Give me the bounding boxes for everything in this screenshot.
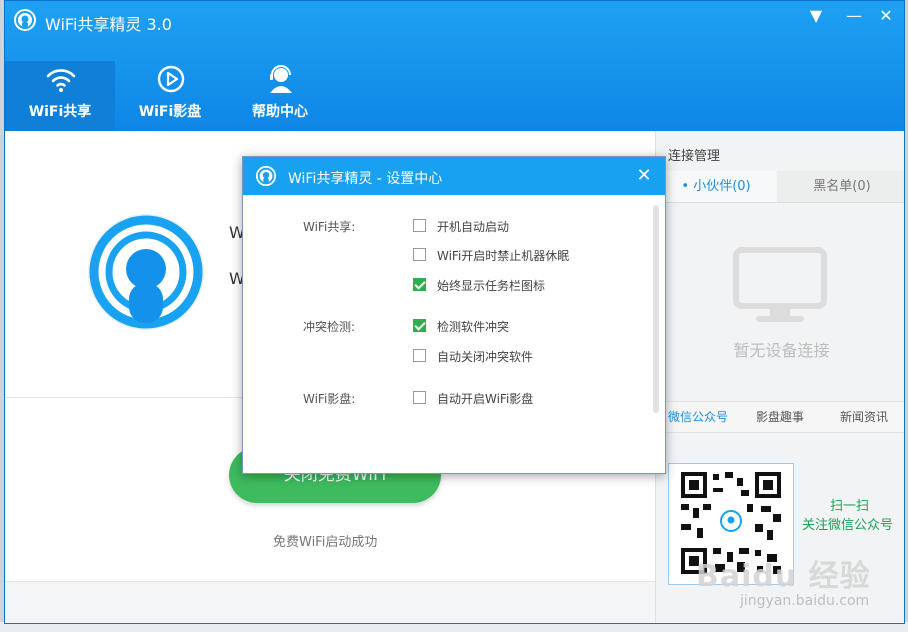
empty-state-text: 暂无设备连接: [733, 341, 830, 360]
follow-wechat-text: 关注微信公众号: [802, 518, 894, 533]
status-text: 免费WiFi启动成功: [273, 535, 378, 550]
dialog-scrollbar[interactable]: [653, 205, 659, 413]
main-tabs: WiFi共享 WiFi影盘 帮助中心: [5, 61, 335, 131]
dialog-header: WiFi共享精灵 - 设置中心 ✕: [243, 157, 665, 195]
wifi-icon: [46, 69, 76, 92]
tab-blacklist[interactable]: 黑名单(0): [777, 171, 904, 203]
option-label: WiFi开启时禁止机器休眠: [437, 249, 570, 263]
main-window: WiFi共享精灵 3.0 ▼ — ✕ WiFi共享 WiFi影盘 帮助中心 W …: [4, 0, 905, 624]
app-logo-icon: [14, 9, 36, 31]
info-tabs: 微信公众号 影盘趣事 新闻资讯: [656, 401, 904, 433]
section-label-wifi-share: WiFi共享:: [303, 220, 356, 234]
close-window-button[interactable]: ✕: [873, 5, 899, 27]
tab-friends[interactable]: • 小伙伴(0): [656, 171, 776, 203]
play-circle-icon: [157, 65, 185, 93]
monitor-icon: [733, 247, 827, 322]
scan-text: 扫一扫: [830, 499, 870, 514]
checkbox-box[interactable]: [413, 248, 426, 261]
option-label: 检测软件冲突: [437, 320, 510, 334]
checkbox-box[interactable]: [413, 319, 426, 332]
checkbox-box[interactable]: [413, 278, 426, 291]
tab-label: WiFi共享: [28, 104, 92, 120]
option-label: 开机自动启动: [437, 220, 510, 234]
option-label: 自动关闭冲突软件: [437, 350, 534, 364]
footer-bar: [5, 581, 655, 623]
tab-label: WiFi影盘: [138, 104, 202, 120]
connection-title: 连接管理: [668, 149, 721, 164]
close-icon[interactable]: ✕: [631, 163, 657, 189]
minimize-button[interactable]: —: [841, 5, 867, 27]
app-title: WiFi共享精灵 3.0: [45, 15, 172, 34]
tab-wifi-share[interactable]: WiFi共享: [5, 61, 115, 131]
tab-disk-stories[interactable]: 影盘趣事: [756, 402, 804, 432]
option-label: 自动开启WiFi影盘: [437, 392, 534, 406]
tab-help-center[interactable]: 帮助中心: [225, 61, 335, 131]
section-label-wifi-disk: WiFi影盘:: [303, 392, 356, 406]
wifi-sprite-logo-icon: [88, 214, 204, 330]
checkbox-box[interactable]: [413, 391, 426, 404]
app-logo-icon: [255, 165, 277, 187]
menu-dropdown-icon[interactable]: ▼: [803, 5, 829, 27]
watermark-url: jingyan.baidu.com: [740, 593, 870, 609]
baidu-watermark: Baidu 经验: [696, 559, 871, 594]
tab-wifi-disk[interactable]: WiFi影盘: [115, 61, 225, 131]
connection-panel: 连接管理 • 小伙伴(0) 黑名单(0) 暂无设备连接 微信公众号 影盘趣事 新…: [655, 131, 904, 623]
support-agent-icon: [270, 65, 292, 93]
dialog-title: WiFi共享精灵 - 设置中心: [288, 171, 443, 187]
option-label: 始终显示任务栏图标: [437, 279, 546, 293]
settings-dialog: WiFi共享精灵 - 设置中心 ✕ WiFi共享: 开机自动启动 WiFi开启时…: [242, 156, 666, 474]
checkbox-box[interactable]: [413, 349, 426, 362]
title-bar: WiFi共享精灵 3.0 ▼ — ✕ WiFi共享 WiFi影盘 帮助中心: [5, 1, 904, 131]
section-label-conflict: 冲突检测:: [303, 320, 356, 334]
tab-label: 帮助中心: [252, 104, 308, 120]
checkbox-box[interactable]: [413, 219, 426, 232]
tab-wechat[interactable]: 微信公众号: [668, 402, 728, 432]
tab-news[interactable]: 新闻资讯: [840, 402, 888, 432]
